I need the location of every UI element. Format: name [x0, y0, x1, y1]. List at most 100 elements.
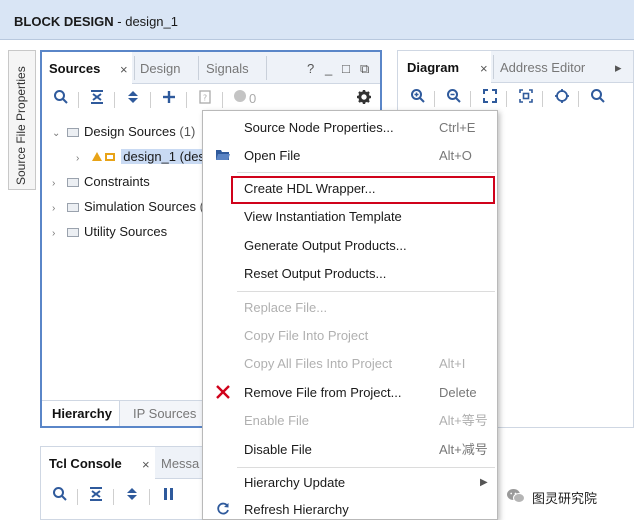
minimize-icon[interactable]: _ [325, 52, 332, 84]
crosshair-icon[interactable] [552, 88, 572, 108]
tree-item-design-1[interactable]: › design_1 (des [76, 146, 209, 168]
tree-item-label: Utility Sources [84, 224, 168, 239]
expand-all-icon[interactable] [123, 89, 143, 109]
menu-item-disable-file[interactable]: Disable File Alt+减号 [203, 437, 497, 463]
menu-item-label: View Instantiation Template [244, 209, 402, 224]
tab-sources[interactable]: Sources × [42, 52, 132, 85]
collapse-all-icon[interactable] [87, 89, 107, 109]
search-icon[interactable] [50, 486, 70, 506]
diagram-tabbar: Diagram × Address Editor ▸ [398, 51, 633, 84]
menu-item-copy-all-files-into-project[interactable]: Copy All Files Into Project Alt+I [203, 351, 497, 377]
tab-address-editor[interactable]: Address Editor [500, 51, 585, 83]
menu-item-refresh-hierarchy[interactable]: Refresh Hierarchy [203, 497, 497, 520]
toolbar-divider [578, 91, 579, 107]
source-file-properties-tab[interactable]: Source File Properties [8, 50, 36, 190]
menu-item-replace-file[interactable]: Replace File... [203, 295, 497, 321]
menu-item-enable-file[interactable]: Enable File Alt+等号 [203, 408, 497, 434]
toolbar-divider [470, 91, 471, 107]
menu-item-reset-output-products[interactable]: Reset Output Products... [203, 261, 497, 287]
chevron-right-icon[interactable]: › [76, 148, 88, 170]
zoom-out-icon[interactable] [444, 88, 464, 108]
menu-item-label: Create HDL Wrapper... [244, 181, 376, 196]
menu-divider [237, 172, 495, 173]
menu-item-label: Disable File [244, 442, 312, 457]
tab-divider [493, 55, 494, 79]
search-icon[interactable] [51, 89, 71, 109]
menu-item-create-hdl-wrapper[interactable]: Create HDL Wrapper... [203, 176, 497, 202]
tree-item-simulation-sources[interactable]: ›Simulation Sources ( [52, 196, 204, 218]
submenu-arrow-icon: ▶ [480, 477, 488, 488]
folder-icon [67, 228, 79, 237]
toolbar-divider [77, 489, 78, 505]
menu-item-shortcut: Alt+减号 [439, 442, 488, 457]
toolbar-divider [113, 489, 114, 505]
context-menu: Source Node Properties... Ctrl+E Open Fi… [202, 110, 498, 520]
tab-hierarchy[interactable]: Hierarchy [42, 401, 120, 426]
more-tabs-icon[interactable]: ▸ [615, 51, 622, 83]
tab-design[interactable]: Design [140, 52, 180, 84]
title-design-name: - design_1 [113, 14, 178, 29]
tab-tcl-console-label: Tcl Console [49, 456, 122, 471]
toolbar-divider [114, 92, 115, 108]
menu-item-label: Refresh Hierarchy [244, 502, 349, 517]
menu-item-copy-file-into-project[interactable]: Copy File Into Project [203, 323, 497, 349]
tab-ip-sources[interactable]: IP Sources [133, 401, 196, 426]
folder-open-icon [215, 143, 231, 169]
menu-divider [237, 467, 495, 468]
tree-item-label: design_1 (des [121, 149, 209, 164]
toolbar-divider [222, 92, 223, 108]
collapse-all-icon[interactable] [86, 486, 106, 506]
tab-divider [198, 56, 199, 80]
help-icon[interactable]: ? [307, 52, 314, 84]
tab-diagram[interactable]: Diagram × [398, 51, 491, 84]
add-sources-icon[interactable] [159, 89, 179, 109]
tab-diagram-label: Diagram [407, 60, 460, 75]
toolbar-divider [78, 92, 79, 108]
document-icon[interactable]: ? [195, 89, 215, 109]
tree-item-constraints[interactable]: › Constraints [52, 171, 150, 193]
tree-item-count: (1) [179, 124, 196, 139]
fit-view-icon[interactable] [480, 88, 500, 108]
chevron-right-icon[interactable]: › [52, 198, 64, 220]
fit-selection-icon[interactable] [516, 88, 536, 108]
tab-messages[interactable]: Messa [161, 447, 199, 479]
tab-divider [134, 56, 135, 80]
menu-item-open-file[interactable]: Open File Alt+O [203, 143, 497, 169]
close-icon[interactable]: × [142, 457, 150, 472]
menu-item-generate-output-products[interactable]: Generate Output Products... [203, 233, 497, 259]
chevron-right-icon[interactable]: › [52, 173, 64, 195]
menu-item-hierarchy-update[interactable]: Hierarchy Update ▶ [203, 470, 497, 496]
menu-item-view-instantiation-template[interactable]: View Instantiation Template [203, 204, 497, 230]
close-icon[interactable]: × [480, 61, 488, 76]
tree-item-utility-sources[interactable]: › Utility Sources [52, 221, 167, 243]
menu-item-shortcut: Delete [439, 385, 477, 400]
tree-item-label: Design Sources [84, 124, 176, 139]
chevron-right-icon[interactable]: › [52, 223, 64, 245]
tab-signals[interactable]: Signals [206, 52, 249, 84]
menu-item-label: Hierarchy Update [244, 475, 346, 490]
search-icon[interactable] [588, 88, 608, 108]
close-icon[interactable]: × [120, 62, 128, 77]
expand-all-icon[interactable] [122, 486, 142, 506]
menu-item-label: Source Node Properties... [244, 120, 394, 135]
wechat-icon [506, 488, 526, 504]
float-icon[interactable]: ⧉ [360, 52, 369, 84]
toolbar-divider [150, 92, 151, 108]
pause-icon[interactable] [158, 486, 178, 506]
maximize-icon[interactable]: □ [342, 52, 350, 84]
remove-x-icon [215, 380, 231, 406]
tree-item-design-sources[interactable]: ⌄ Design Sources (1) [52, 121, 195, 143]
gear-icon[interactable] [354, 89, 374, 109]
tab-divider [266, 56, 267, 80]
tab-sources-label: Sources [49, 61, 101, 76]
block-design-icon [91, 148, 118, 170]
zoom-in-icon[interactable] [408, 88, 428, 108]
toolbar-divider [186, 92, 187, 108]
menu-item-source-node-properties[interactable]: Source Node Properties... Ctrl+E [203, 115, 497, 141]
status-dot-icon [230, 89, 250, 109]
chevron-down-icon[interactable]: ⌄ [52, 123, 64, 145]
menu-item-shortcut: Alt+I [439, 356, 466, 371]
menu-item-remove-file-from-project[interactable]: Remove File from Project... Delete [203, 380, 497, 406]
sources-tabbar: Sources × Design Signals ? _ □ ⧉ [42, 52, 380, 85]
tab-tcl-console[interactable]: Tcl Console × [41, 447, 155, 480]
